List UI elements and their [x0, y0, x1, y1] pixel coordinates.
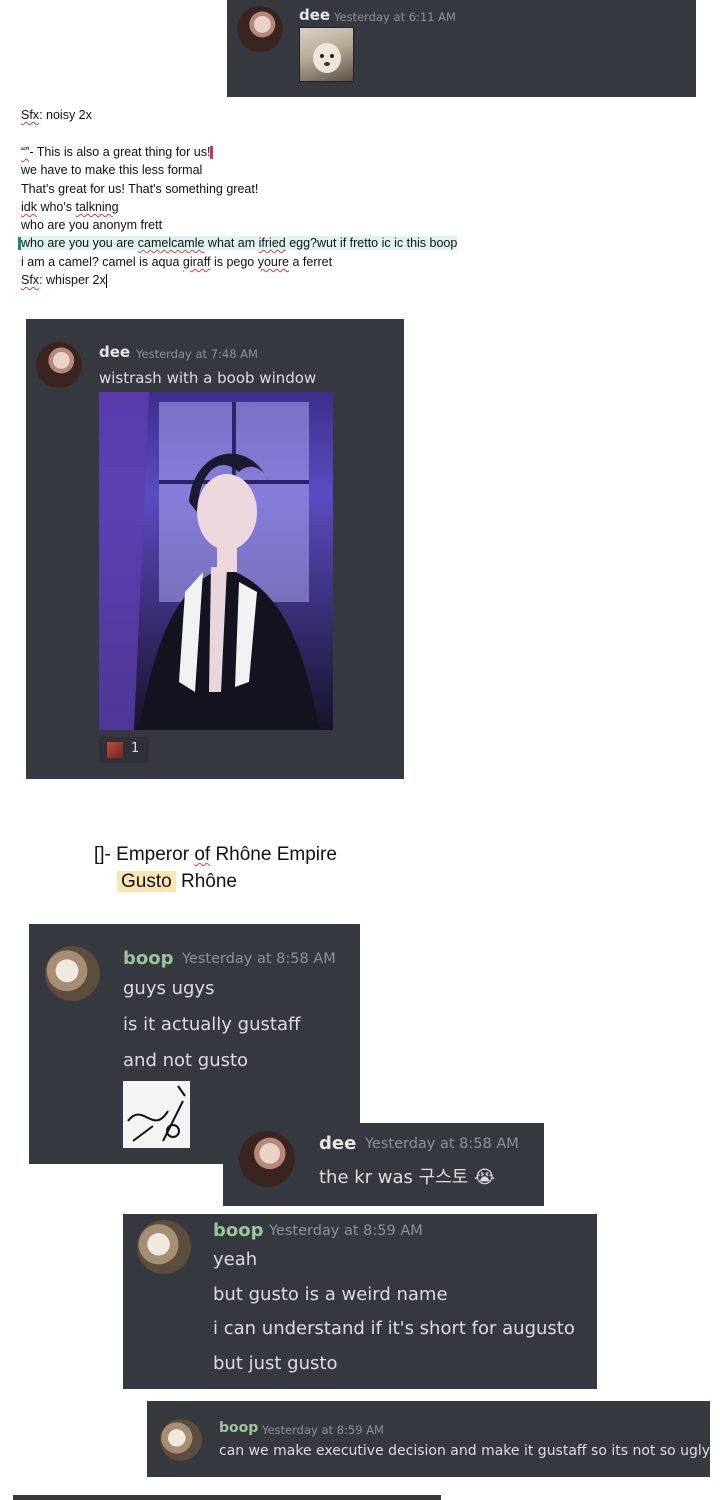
timestamp: Yesterday at 8:59 AM — [269, 1223, 423, 1239]
doc-line: who are you anonym frett — [21, 218, 163, 232]
doc-text: who are you you are — [21, 236, 138, 250]
message-line: but gusto is a weird name — [213, 1284, 448, 1305]
doc-text: a ferret — [289, 255, 333, 269]
message-line: yeah — [213, 1249, 258, 1270]
message-line: i can understand if it's short for augus… — [213, 1318, 575, 1339]
name-text: Rhône — [175, 871, 237, 892]
message-card-partial — [13, 1495, 441, 1500]
comment-marker[interactable] — [210, 146, 214, 160]
message-body: the kr was 구스토 — [319, 1167, 469, 1188]
doc-line: Sfx: noisy 2x — [21, 108, 92, 122]
doc-line: we have to make this less formal — [21, 163, 203, 177]
manga-character-illustration-icon — [99, 392, 319, 730]
doc-text: : whisper 2x — [39, 273, 106, 287]
character-title: []- Emperor of Rhône Empire — [94, 844, 337, 866]
user-avatar[interactable] — [137, 1220, 191, 1274]
message-card-dee-748: dee Yesterday at 7:48 AM wistrash with a… — [26, 319, 404, 779]
reaction-count: 1 — [131, 741, 140, 756]
reaction-emoji-icon — [107, 742, 123, 758]
doc-text: who's — [36, 200, 76, 214]
crying-face-icon: 😭 — [474, 1167, 496, 1188]
message-card-dee-611: dee Yesterday at 6:11 AM — [227, 0, 696, 97]
username[interactable]: dee — [299, 6, 330, 24]
title-word: of — [194, 844, 211, 865]
dog-photo-icon — [313, 43, 341, 73]
message-line: is it actually gustaff — [123, 1014, 301, 1035]
message-text: can we make executive decision and make … — [219, 1443, 711, 1459]
username[interactable]: dee — [99, 343, 130, 361]
doc-word: ifried — [258, 236, 286, 250]
title-text: Rhône Empire — [210, 844, 337, 865]
doc-text: - This is also a great thing for us! — [29, 145, 211, 159]
user-avatar[interactable] — [36, 342, 82, 388]
doc-text: egg?wut if fretto ic ic this boop — [285, 236, 458, 250]
doc-text: what am — [204, 236, 259, 250]
message-card-dee-858: dee Yesterday at 8:58 AM the kr was 구스토 … — [223, 1123, 544, 1206]
doc-line: “”- This is also a great thing for us! — [21, 145, 214, 160]
user-avatar[interactable] — [237, 6, 283, 52]
message-card-boop-859b: boop Yesterday at 8:59 AM can we make ex… — [147, 1401, 710, 1477]
doc-text: is pego — [210, 255, 258, 269]
reaction-button[interactable]: 1 — [99, 737, 149, 763]
text-caret — [105, 273, 107, 288]
doc-line-highlighted: who are you you are camelcamle what am i… — [18, 236, 458, 251]
username[interactable]: boop — [213, 1220, 264, 1241]
doc-word: idk — [21, 200, 37, 214]
character-name: Gusto Rhône — [117, 871, 237, 893]
doc-line: i am a camel? camel is aqua giraff is pe… — [21, 255, 332, 269]
timestamp: Yesterday at 6:11 AM — [334, 10, 456, 24]
message-card-boop-859: boop Yesterday at 8:59 AM yeah but gusto… — [123, 1214, 597, 1389]
message-line: and not gusto — [123, 1050, 249, 1071]
doc-word: Sfx — [21, 273, 40, 287]
manga-panel-icon — [127, 1085, 186, 1142]
username[interactable]: dee — [319, 1133, 356, 1154]
attached-image[interactable] — [299, 27, 354, 82]
user-avatar[interactable] — [160, 1419, 202, 1461]
attached-image[interactable] — [99, 392, 333, 730]
doc-word: youre — [257, 255, 290, 269]
message-line: but just gusto — [213, 1353, 338, 1374]
doc-line: Sfx: whisper 2x — [21, 273, 107, 288]
doc-line: That's great for us! That's something gr… — [21, 182, 259, 196]
doc-line: idk who's talkning — [21, 200, 119, 214]
timestamp: Yesterday at 8:58 AM — [365, 1136, 519, 1152]
timestamp: Yesterday at 7:48 AM — [136, 347, 258, 361]
doc-text: i am a camel? camel is aqua — [21, 255, 183, 269]
doc-word: giraff — [182, 255, 211, 269]
name-highlighted: Gusto — [117, 871, 176, 892]
user-avatar[interactable] — [239, 1131, 295, 1187]
doc-word: camelcamle — [137, 236, 205, 250]
message-text: wistrash with a boob window — [99, 369, 317, 387]
doc-word: Sfx — [21, 108, 40, 122]
timestamp: Yesterday at 8:59 AM — [262, 1423, 384, 1437]
user-avatar[interactable] — [45, 946, 100, 1001]
attached-image[interactable] — [123, 1081, 190, 1148]
username[interactable]: boop — [219, 1420, 258, 1436]
message-line: guys ugys — [123, 978, 215, 999]
title-text: []- Emperor — [94, 844, 195, 865]
timestamp: Yesterday at 8:58 AM — [182, 951, 336, 967]
username[interactable]: boop — [123, 948, 174, 969]
message-text: the kr was 구스토 😭 — [319, 1163, 495, 1189]
doc-text: : noisy 2x — [39, 108, 92, 122]
doc-word: talkning — [75, 200, 119, 214]
